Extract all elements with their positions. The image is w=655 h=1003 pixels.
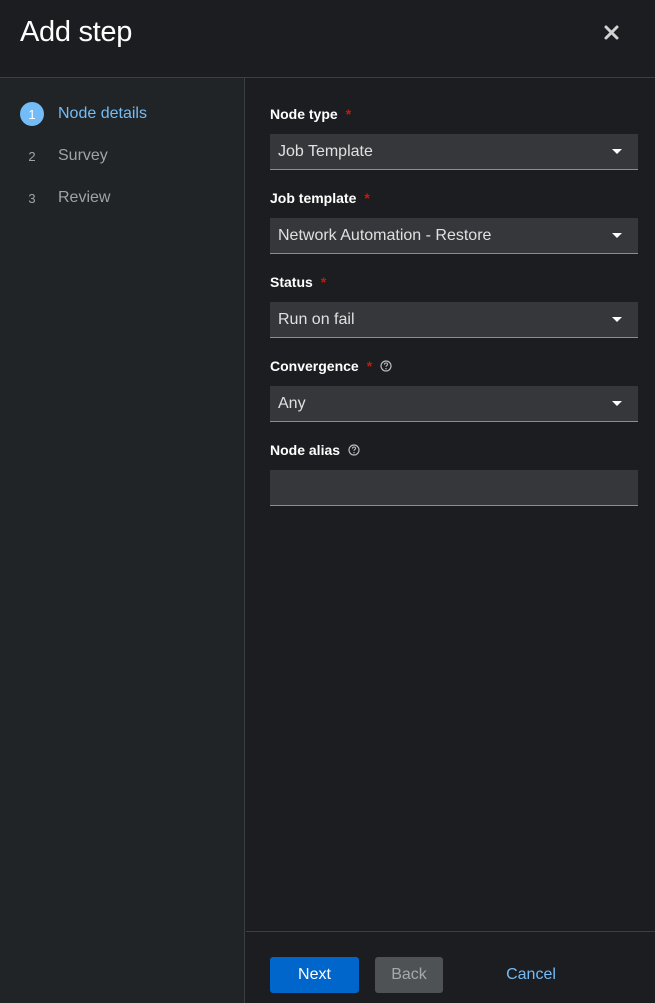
caret-down-icon (612, 233, 622, 238)
convergence-value: Any (278, 394, 306, 412)
cancel-button[interactable]: Cancel (496, 957, 566, 993)
nav-item-node-details[interactable]: 1 Node details (20, 102, 230, 126)
next-button[interactable]: Next (270, 957, 359, 993)
required-marker: * (366, 358, 373, 374)
close-icon[interactable] (601, 22, 623, 44)
node-alias-input[interactable] (270, 470, 638, 506)
step-number: 2 (28, 148, 36, 164)
modal-header: Add step (0, 0, 655, 78)
required-marker: * (364, 190, 370, 206)
help-icon[interactable] (380, 360, 392, 372)
job-template-label: Job template * (270, 190, 370, 206)
step-number: 1 (20, 102, 44, 126)
node-alias-label: Node alias (270, 442, 360, 458)
required-marker: * (320, 274, 327, 290)
nav-item-review[interactable]: 3 Review (20, 186, 230, 210)
status-label: Status * (270, 274, 326, 290)
step-number: 3 (28, 190, 36, 206)
caret-down-icon (612, 317, 622, 322)
status-value: Run on fail (278, 310, 355, 328)
nav-item-survey[interactable]: 2 Survey (20, 144, 230, 168)
help-icon[interactable] (348, 444, 360, 456)
status-select[interactable]: Run on fail (270, 302, 638, 338)
job-template-select[interactable]: Network Automation - Restore (270, 218, 638, 254)
nav-item-label: Node details (58, 105, 147, 122)
job-template-label-text: Job template (270, 190, 357, 206)
wizard-footer: Next Back Cancel (246, 931, 655, 1003)
required-marker: * (345, 106, 352, 122)
node-type-select[interactable]: Job Template (270, 134, 638, 170)
wizard-nav: 1 Node details 2 Survey 3 Review (0, 78, 245, 1003)
node-type-value: Job Template (278, 142, 373, 160)
node-details-form: Node type * Job Template Job template * … (246, 78, 655, 931)
status-label-text: Status (270, 274, 313, 290)
modal-title: Add step (20, 16, 133, 48)
back-button[interactable]: Back (375, 957, 443, 993)
job-template-value: Network Automation - Restore (278, 226, 492, 244)
caret-down-icon (612, 401, 622, 406)
nav-item-label: Survey (58, 147, 108, 164)
convergence-label-text: Convergence (270, 358, 359, 374)
nav-item-label: Review (58, 189, 111, 206)
convergence-select[interactable]: Any (270, 386, 638, 422)
caret-down-icon (612, 149, 622, 154)
node-type-label: Node type * (270, 106, 351, 122)
node-type-label-text: Node type (270, 106, 338, 122)
node-alias-label-text: Node alias (270, 442, 341, 458)
convergence-label: Convergence * (270, 358, 392, 374)
